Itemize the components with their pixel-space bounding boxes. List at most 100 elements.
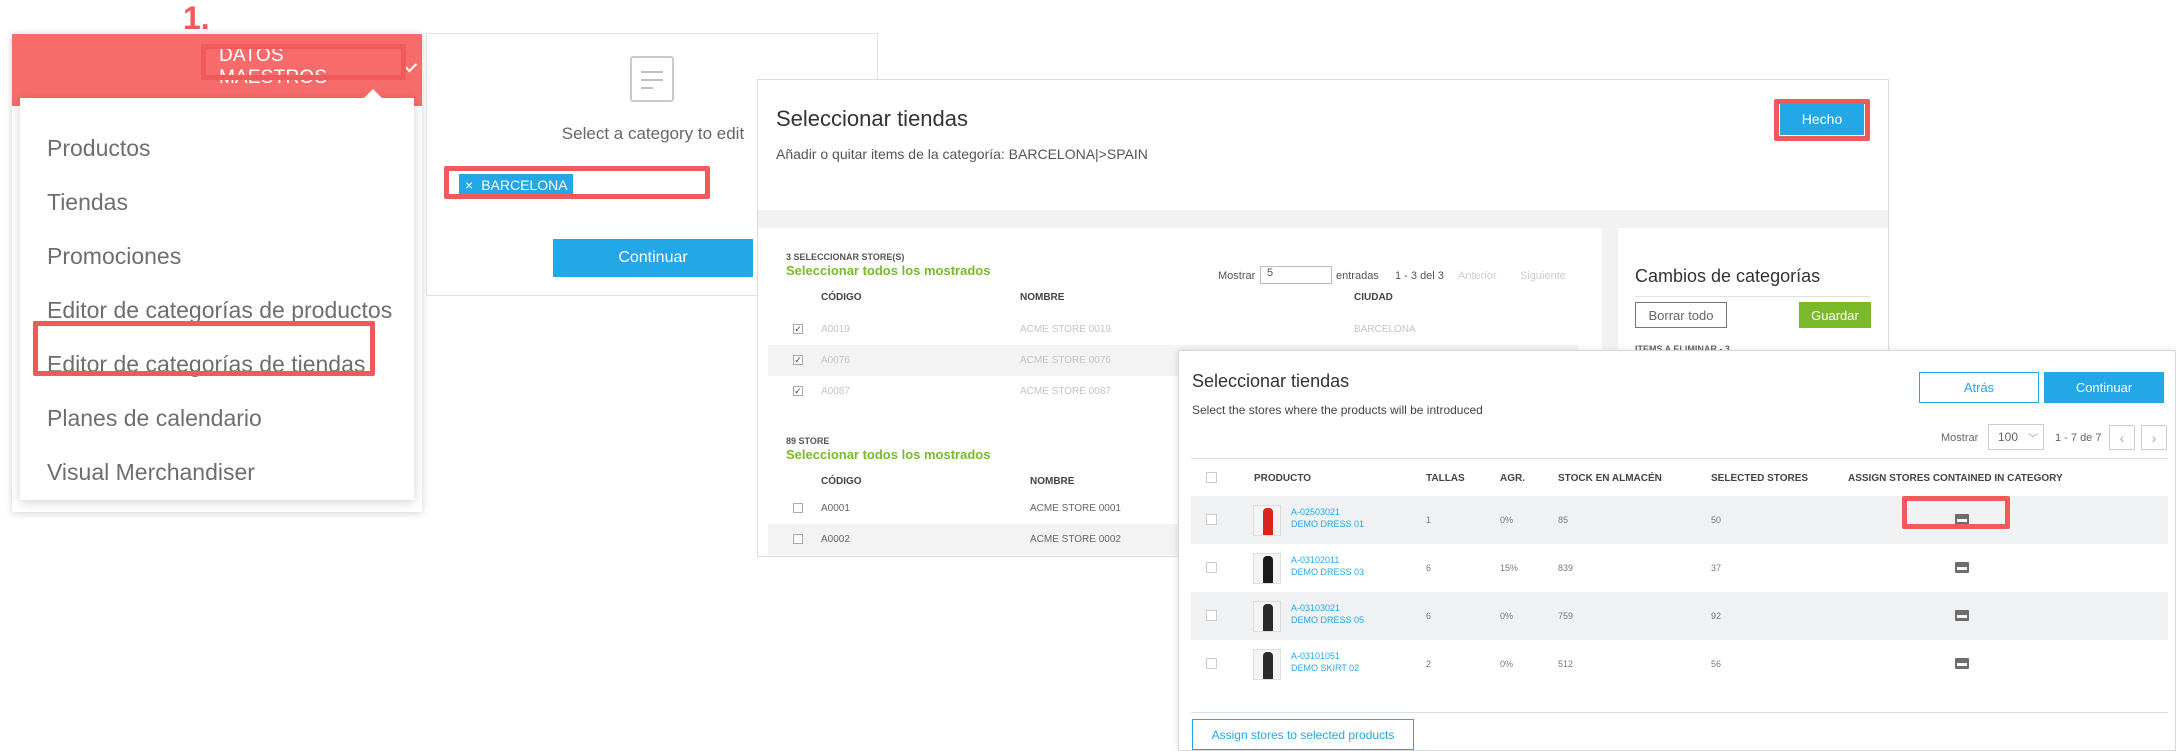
row-checkbox[interactable] [1206,610,1217,621]
divider [1191,458,2168,459]
prev-page-button[interactable]: ‹ [2109,425,2135,450]
menu-item-calendar-plans[interactable]: Planes de calendario [47,405,262,432]
chevron-right-icon: › [2151,429,2157,446]
top-bar: DATOS MAESTROS [12,34,422,106]
dialog-title: Seleccionar tiendas [776,106,969,131]
cell-stock: 759 [1558,611,1574,621]
range-label: 1 - 3 del 3 [1395,270,1444,282]
store-icon[interactable] [1955,658,1969,669]
row-checkbox[interactable]: ✓ [793,355,803,365]
prev-link[interactable]: Anterior [1458,270,1497,282]
product-code: A-03103021 [1291,603,1341,613]
select-all-checkbox[interactable] [1206,472,1217,483]
select-all-link-2[interactable]: Seleccionar todos los mostrados [786,447,990,462]
cell-sizes: 2 [1426,659,1432,669]
page-size-select[interactable]: 5 [1260,266,1332,284]
page-size-select[interactable]: 100 ﹀ [1988,424,2044,450]
product-name: DEMO DRESS 03 [1291,567,1365,577]
menu-item-store-category-editor[interactable]: Editor de categorías de tiendas [47,351,365,378]
product-code: A-02503021 [1291,507,1341,517]
cell-sizes: 6 [1426,563,1432,573]
cell-selected: 92 [1711,611,1722,621]
col-code-2: CÓDIGO [821,476,862,487]
cell-code: A0019 [821,324,850,335]
next-link[interactable]: Siguiente [1520,270,1566,282]
cell-agr: 0% [1500,611,1514,621]
category-input[interactable]: × BARCELONA [449,170,769,200]
chevron-left-icon: ‹ [2119,429,2125,446]
cell-name: ACME STORE 0087 [1020,386,1111,397]
master-data-panel: DATOS MAESTROS Productos Tiendas Promoci… [12,34,422,512]
row-checkbox[interactable] [1206,514,1217,525]
table-row[interactable]: A-02503021 DEMO DRESS 01 1 0% 85 50 [1191,496,2168,544]
menu-item-stores[interactable]: Tiendas [47,189,128,216]
save-button[interactable]: Guardar [1799,302,1871,328]
cell-agr: 0% [1500,659,1514,669]
entries-label: entradas [1336,270,1379,282]
dress-image [1263,604,1273,631]
table-row[interactable]: A-03102011 DEMO DRESS 03 6 15% 839 37 [1191,544,2168,592]
category-tag-label: BARCELONA [481,177,568,193]
dialog-subtitle: Select the stores where the products wil… [1192,403,1483,417]
menu-item-promotions[interactable]: Promociones [47,243,181,270]
edit-document-icon [630,56,674,102]
product-link[interactable]: A-03103021 DEMO DRESS 05 [1291,602,1364,626]
col-assign-stores: ASSIGN STORES CONTAINED IN CATEGORY [1848,473,2063,484]
cell-code: A0087 [821,386,850,397]
col-selected-stores: SELECTED STORES [1711,473,1809,484]
cell-sizes: 1 [1426,515,1432,525]
product-thumbnail [1253,505,1281,536]
col-city: CIUDAD [1354,292,1393,303]
chevron-down-icon [401,56,418,72]
cell-stock: 85 [1558,515,1569,525]
store-icon[interactable] [1955,514,1969,525]
done-button[interactable]: Hecho [1780,102,1864,135]
divider [1191,712,2168,713]
menu-item-products[interactable]: Productos [47,135,151,162]
cell-code: A0002 [821,534,850,545]
product-link[interactable]: A-03101051 DEMO SKIRT 02 [1291,650,1359,674]
remove-tag-icon[interactable]: × [465,177,473,193]
store-icon[interactable] [1955,610,1969,621]
cell-sizes: 6 [1426,611,1432,621]
show-label: Mostrar [1941,432,1979,444]
select-all-link[interactable]: Seleccionar todos los mostrados [786,263,990,278]
dialog-title: Seleccionar tiendas [1192,371,1350,391]
master-data-menu-button[interactable]: DATOS MAESTROS [219,45,418,88]
cell-selected: 56 [1711,659,1722,669]
cell-agr: 0% [1500,515,1514,525]
row-checkbox[interactable]: ✓ [793,386,803,396]
clear-all-button[interactable]: Borrar todo [1635,302,1727,328]
row-checkbox[interactable] [793,503,803,513]
next-page-button[interactable]: › [2141,425,2167,450]
col-agr: AGR. [1500,473,1525,484]
menu-item-visual-merchandiser[interactable]: Visual Merchandiser [47,459,255,486]
table-row[interactable]: ✓ A0019 ACME STORE 0019 BARCELONA [768,314,1578,345]
continue-button[interactable]: Continuar [553,239,753,277]
product-link[interactable]: A-03102011 DEMO DRESS 03 [1291,554,1364,578]
product-link[interactable]: A-02503021 DEMO DRESS 01 [1291,506,1364,530]
cell-code: A0076 [821,355,850,366]
table-row[interactable]: A-03103021 DEMO DRESS 05 6 0% 759 92 [1191,592,2168,640]
table-row[interactable]: A-03101051 DEMO SKIRT 02 2 0% 512 56 [1191,640,2168,688]
cell-agr: 15% [1500,563,1519,573]
store-icon[interactable] [1955,562,1969,573]
row-checkbox[interactable] [793,534,803,544]
menu-item-product-category-editor[interactable]: Editor de categorías de productos [47,297,392,324]
back-button[interactable]: Atrás [1919,372,2039,403]
product-thumbnail [1253,601,1281,632]
dialog-header: Seleccionar tiendas Añadir o quitar item… [758,80,1888,210]
row-checkbox[interactable] [1206,562,1217,573]
assign-stores-button[interactable]: Assign stores to selected products [1192,719,1414,750]
category-tag[interactable]: × BARCELONA [459,174,573,196]
cell-name: ACME STORE 0002 [1030,534,1121,545]
col-stock: STOCK EN ALMACÉN [1558,473,1662,484]
cell-stock: 839 [1558,563,1574,573]
dialog-subtitle: Añadir o quitar items de la categoría: B… [776,146,1148,162]
row-checkbox[interactable] [1206,658,1217,669]
master-data-dropdown: Productos Tiendas Promociones Editor de … [20,89,414,500]
continue-button[interactable]: Continuar [2044,372,2164,403]
dress-image [1263,556,1273,583]
row-checkbox[interactable]: ✓ [793,324,803,334]
product-code: A-03101051 [1291,651,1341,661]
